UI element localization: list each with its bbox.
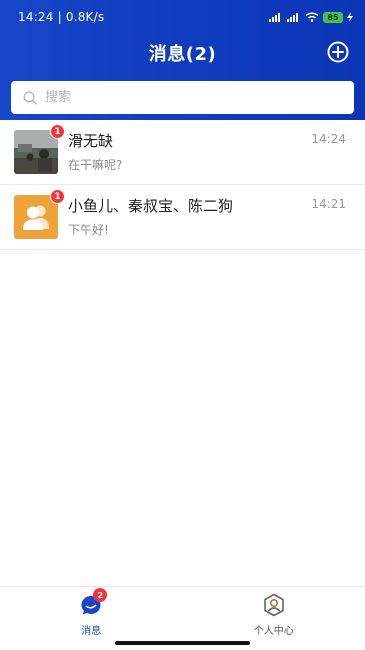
group-users-icon <box>23 205 49 230</box>
wifi-icon <box>305 12 319 22</box>
tab-label: 消息 <box>81 626 102 637</box>
search-input[interactable] <box>45 81 354 114</box>
cellular-signal-2-icon <box>287 13 298 22</box>
conversation-last-message: 下午好! <box>68 223 109 237</box>
tab-icon-wrapper: 2 <box>79 588 108 617</box>
home-indicator[interactable] <box>115 641 250 645</box>
title-bar: 消息(2) <box>0 34 365 72</box>
list-item[interactable]: 1 小鱼儿、秦叔宝、陈二狗 下午好! 14:21 <box>0 185 365 250</box>
avatar-wrapper: 1 <box>14 124 65 174</box>
charging-icon <box>347 12 353 22</box>
tab-label: 个人中心 <box>253 626 294 637</box>
battery-icon: 85 <box>323 11 343 23</box>
search-bar[interactable] <box>11 81 354 114</box>
list-item[interactable]: 1 滑无缺 在干嘛呢? 14:24 <box>0 120 365 185</box>
status-icons: 85 <box>269 11 353 23</box>
conversation-body: 小鱼儿、秦叔宝、陈二狗 下午好! 14:21 <box>68 195 365 239</box>
unread-badge: 1 <box>50 124 65 139</box>
tab-badge: 2 <box>93 588 108 602</box>
avatar-wrapper: 1 <box>14 189 65 239</box>
conversation-list: 1 滑无缺 在干嘛呢? 14:24 1 小鱼儿、秦叔宝、陈二狗 下午好! 14:… <box>0 120 365 250</box>
cellular-signal-icon <box>269 13 280 22</box>
unread-badge: 1 <box>50 189 65 204</box>
status-bar: 14:24 | 0.8K/s 85 <box>0 0 365 34</box>
conversation-name: 小鱼儿、秦叔宝、陈二狗 <box>68 197 234 215</box>
page-title: 消息(2) <box>148 44 217 65</box>
user-hexagon-icon <box>263 593 284 617</box>
conversation-last-message: 在干嘛呢? <box>68 158 123 172</box>
conversation-time: 14:24 <box>311 132 346 146</box>
conversation-body: 滑无缺 在干嘛呢? 14:24 <box>68 130 365 174</box>
tab-icon-wrapper <box>262 593 286 617</box>
conversation-name: 滑无缺 <box>68 132 114 150</box>
plus-circle-icon[interactable] <box>327 41 349 63</box>
conversation-time: 14:21 <box>311 197 346 211</box>
header: 14:24 | 0.8K/s 85 消息(2) <box>0 0 365 120</box>
search-icon <box>23 90 37 105</box>
status-time-speed: 14:24 | 0.8K/s <box>18 10 105 24</box>
